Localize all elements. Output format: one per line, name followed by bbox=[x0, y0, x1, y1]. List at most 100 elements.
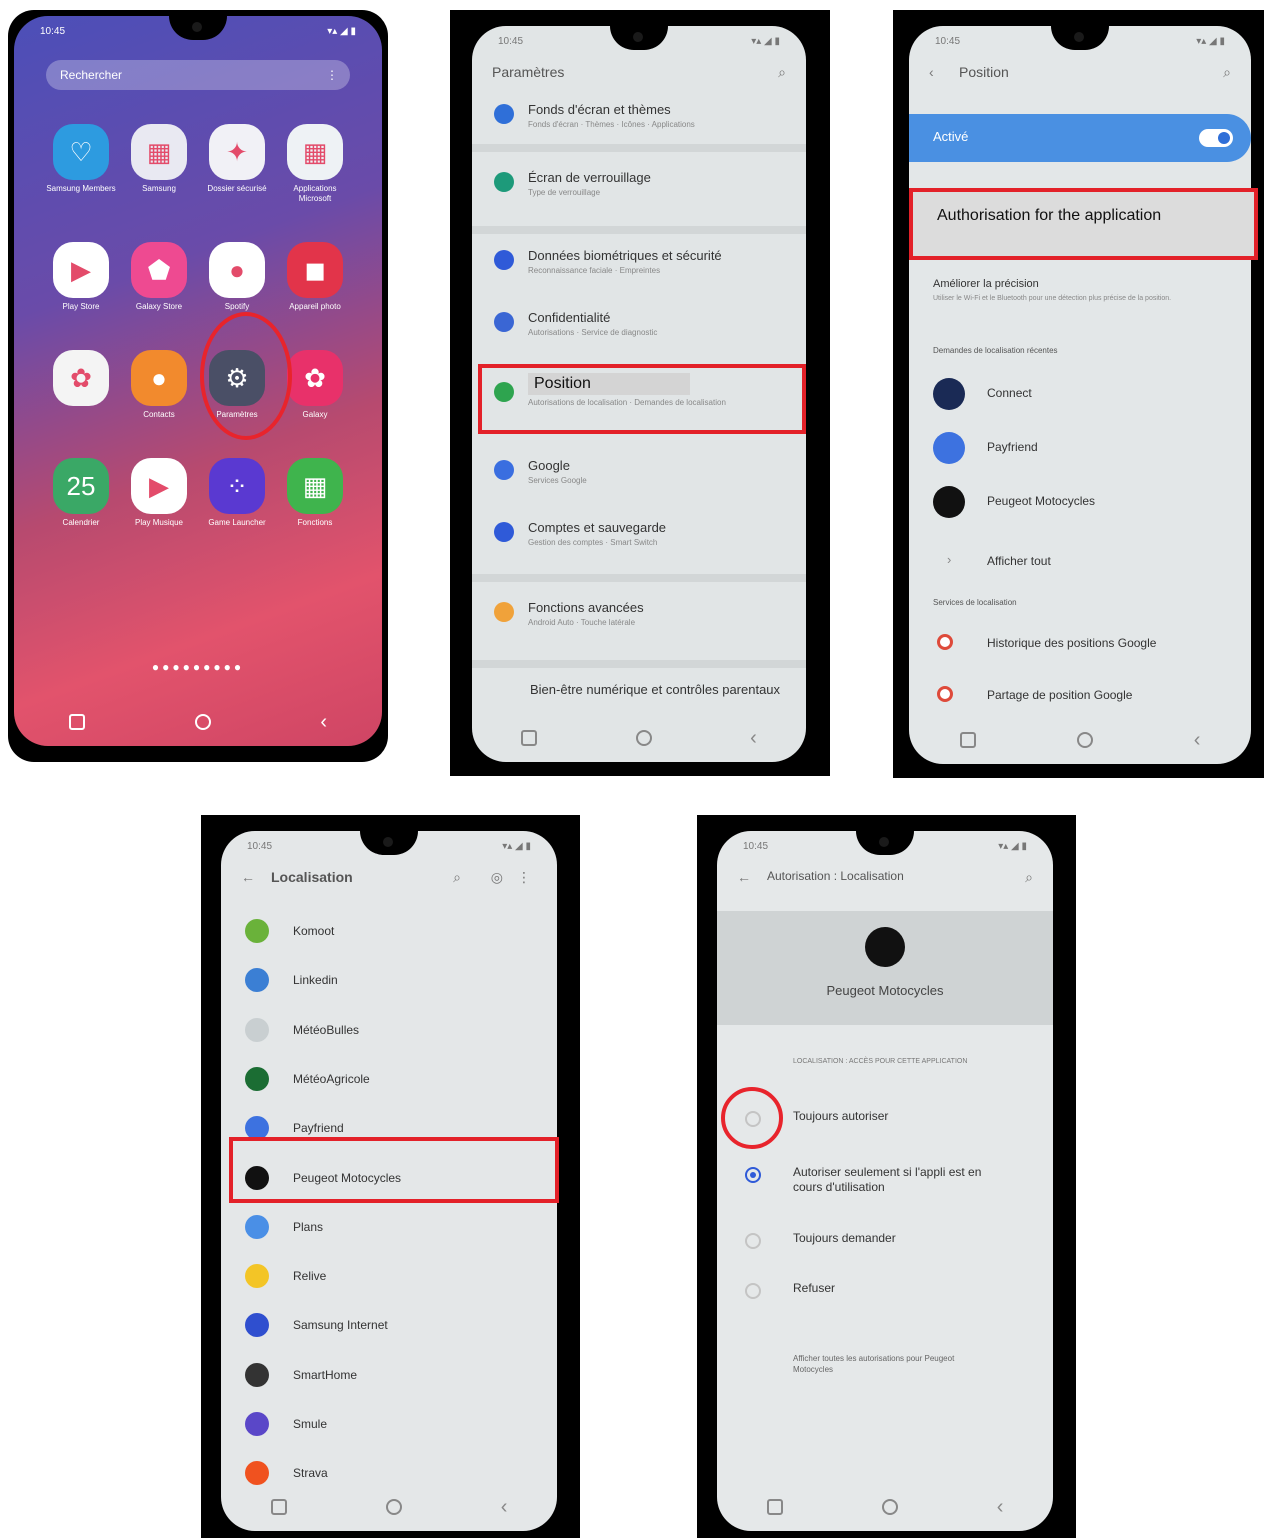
settings-row-icon bbox=[494, 522, 514, 542]
search-icon[interactable]: ⌕ bbox=[453, 869, 461, 886]
settings-row[interactable]: Fonds d'écran et thèmes Fonds d'écran · T… bbox=[472, 98, 806, 148]
localisation-app-label: MétéoAgricole bbox=[293, 1071, 370, 1086]
app-tools-folder[interactable]: ▦ Fonctions bbox=[276, 458, 354, 528]
location-service-row[interactable]: Historique des positions Google bbox=[909, 622, 1251, 668]
localisation-app-row[interactable]: Relive bbox=[221, 1254, 557, 1298]
localisation-app-row[interactable]: MétéoAgricole bbox=[221, 1057, 557, 1101]
location-toggle-row[interactable]: Activé bbox=[909, 114, 1251, 162]
settings-row-title: Confidentialité bbox=[528, 310, 611, 325]
app-spotify[interactable]: ● Spotify bbox=[198, 242, 276, 312]
settings-row[interactable]: Écran de verrouillage Type de verrouillag… bbox=[472, 166, 806, 216]
app-photos[interactable]: ✿ bbox=[42, 350, 120, 420]
recents-icon[interactable] bbox=[270, 1499, 287, 1515]
back-icon[interactable]: ‹ bbox=[320, 712, 327, 732]
app-camera[interactable]: ◼ Appareil photo bbox=[276, 242, 354, 312]
search-icon[interactable]: ⌕ bbox=[778, 64, 786, 81]
localisation-app-row[interactable]: Linkedin bbox=[221, 958, 557, 1002]
location-toggle-switch[interactable] bbox=[1199, 129, 1233, 147]
search-bar[interactable]: Rechercher ⋮ bbox=[46, 60, 350, 90]
home-icon[interactable] bbox=[1076, 732, 1093, 748]
app-microsoft-folder[interactable]: ▦ Applications Microsoft bbox=[276, 124, 354, 204]
more-options-icon[interactable]: ⋮ bbox=[517, 869, 531, 886]
home-icon[interactable] bbox=[881, 1499, 898, 1515]
page-title: Autorisation : Localisation bbox=[767, 869, 904, 883]
more-options-icon[interactable]: ⋮ bbox=[326, 60, 338, 90]
app-calendar[interactable]: 25 Calendrier bbox=[42, 458, 120, 528]
app-play-music[interactable]: ▶ Play Musique bbox=[120, 458, 198, 528]
app-galaxy-store[interactable]: ⬟ Galaxy Store bbox=[120, 242, 198, 312]
recent-app-row[interactable]: Peugeot Motocycles bbox=[909, 478, 1251, 528]
radio-button[interactable] bbox=[745, 1283, 761, 1299]
localisation-app-row[interactable]: Strava bbox=[221, 1451, 557, 1495]
app-contacts[interactable]: ● Contacts bbox=[120, 350, 198, 420]
radio-button[interactable] bbox=[745, 1167, 761, 1183]
settings-row-subtitle: Reconnaissance faciale · Empreintes bbox=[528, 266, 661, 275]
localisation-app-label: Linkedin bbox=[293, 973, 338, 988]
localisation-header: ← Localisation ⌕ ◎ ⋮ bbox=[241, 865, 537, 891]
settings-row[interactable]: Google Services Google bbox=[472, 454, 806, 504]
permission-header: ← Autorisation : Localisation ⌕ bbox=[737, 865, 1033, 891]
recent-app-row[interactable]: Payfriend bbox=[909, 424, 1251, 474]
improve-accuracy-row[interactable]: Améliorer la précision Utiliser le Wi-Fi… bbox=[909, 270, 1251, 330]
location-service-row[interactable]: Partage de position Google bbox=[909, 674, 1251, 720]
permission-option[interactable]: Autoriser seulement si l'appli est en co… bbox=[717, 1161, 1053, 1205]
settings-row-icon bbox=[494, 104, 514, 124]
localisation-app-row[interactable]: MétéoBulles bbox=[221, 1008, 557, 1052]
home-icon[interactable] bbox=[194, 714, 211, 730]
recents-icon[interactable] bbox=[959, 732, 976, 748]
settings-row-title: Fonds d'écran et thèmes bbox=[528, 102, 671, 117]
recents-icon[interactable] bbox=[521, 730, 538, 746]
settings-row-title: Bien-être numérique et contrôles parenta… bbox=[530, 682, 781, 697]
app-grid: ♡ Samsung Members ▦ Samsung ✦ Dossier sécuris… bbox=[42, 124, 354, 528]
show-all-row[interactable]: › Afficher tout bbox=[909, 544, 1251, 578]
recents-icon[interactable] bbox=[68, 714, 85, 730]
localisation-app-icon bbox=[245, 1066, 269, 1091]
app-samsung-members[interactable]: ♡ Samsung Members bbox=[42, 124, 120, 204]
app-header-band: Peugeot Motocycles bbox=[717, 911, 1053, 1025]
recents-icon[interactable] bbox=[766, 1499, 783, 1515]
app-secure-folder[interactable]: ✦ Dossier sécurisé bbox=[198, 124, 276, 204]
back-arrow-icon[interactable]: ← bbox=[241, 869, 255, 885]
app-samsung-folder[interactable]: ▦ Samsung bbox=[120, 124, 198, 204]
app-label: Calendrier bbox=[62, 518, 100, 527]
filter-icon[interactable]: ◎ bbox=[491, 869, 503, 886]
position-highlight-label: Position bbox=[528, 373, 690, 395]
search-icon[interactable]: ⌕ bbox=[1025, 869, 1033, 886]
settings-row[interactable]: Comptes et sauvegarde Gestion des comptes… bbox=[472, 516, 806, 566]
back-arrow-icon[interactable]: ← bbox=[737, 869, 751, 885]
nav-bar: ‹ bbox=[909, 728, 1251, 752]
radio-button[interactable] bbox=[745, 1233, 761, 1249]
app-game-launcher[interactable]: ⁘ Game Launcher bbox=[198, 458, 276, 528]
back-icon[interactable]: ‹ bbox=[1194, 730, 1201, 750]
settings-highlight-circle bbox=[200, 312, 292, 440]
calendar-icon: 25 bbox=[53, 458, 109, 514]
settings-row-title: Données biométriques et sécurité bbox=[528, 248, 722, 263]
permission-option[interactable]: Refuser bbox=[717, 1277, 1053, 1321]
localisation-app-label: MétéoBulles bbox=[293, 1022, 360, 1037]
home-icon[interactable] bbox=[635, 730, 652, 746]
home-icon[interactable] bbox=[385, 1499, 402, 1515]
all-permissions-link[interactable]: Afficher toutes les autorisations pour P… bbox=[793, 1353, 993, 1375]
localisation-app-row[interactable]: SmartHome bbox=[221, 1353, 557, 1397]
settings-row[interactable]: Fonctions avancées Android Auto · Touche … bbox=[472, 596, 806, 646]
recent-app-icon bbox=[933, 486, 965, 518]
settings-row[interactable]: Bien-être numérique et contrôles parenta… bbox=[472, 678, 806, 728]
back-icon[interactable]: ‹ bbox=[750, 728, 757, 748]
app-play-store[interactable]: ▶ Play Store bbox=[42, 242, 120, 312]
permission-option-label: Toujours demander bbox=[793, 1231, 896, 1245]
back-icon[interactable]: ‹ bbox=[997, 1497, 1004, 1517]
back-arrow-icon[interactable]: ‹ bbox=[929, 64, 934, 80]
localisation-app-row[interactable]: Komoot bbox=[221, 909, 557, 953]
settings-row[interactable]: Confidentialité Autorisations · Service d… bbox=[472, 306, 806, 356]
localisation-app-row[interactable]: Samsung Internet bbox=[221, 1303, 557, 1347]
permission-option-label: Refuser bbox=[793, 1281, 836, 1295]
search-icon[interactable]: ⌕ bbox=[1223, 64, 1231, 81]
status-icons: ▾▴ ◢ ▮ bbox=[502, 841, 531, 852]
localisation-app-row[interactable]: Plans bbox=[221, 1205, 557, 1249]
permission-option[interactable]: Toujours demander bbox=[717, 1227, 1053, 1271]
settings-row-subtitle: Services Google bbox=[528, 476, 587, 485]
settings-row[interactable]: Données biométriques et sécurité Reconnai… bbox=[472, 244, 806, 294]
back-icon[interactable]: ‹ bbox=[501, 1497, 508, 1517]
recent-app-row[interactable]: Connect bbox=[909, 370, 1251, 420]
localisation-app-row[interactable]: Smule bbox=[221, 1402, 557, 1446]
